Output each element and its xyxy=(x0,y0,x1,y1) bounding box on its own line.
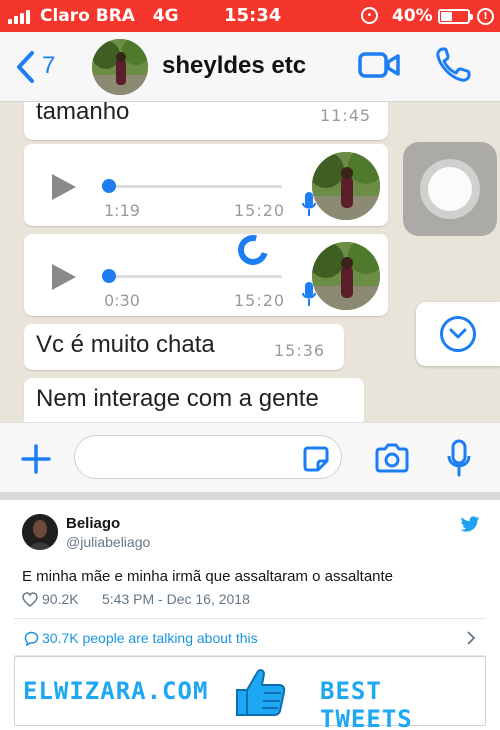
scroll-to-bottom-button[interactable] xyxy=(416,302,500,366)
chevron-right-icon xyxy=(466,631,476,650)
sender-avatar xyxy=(312,242,380,310)
message-time: 15:20 xyxy=(234,291,286,310)
chevron-left-icon xyxy=(17,51,34,83)
voice-call-button[interactable] xyxy=(434,46,472,89)
sticker-button[interactable] xyxy=(302,445,330,478)
like-button[interactable] xyxy=(22,592,38,612)
message-text: tamanho xyxy=(36,102,130,125)
battery-percentage: 40% xyxy=(392,6,433,26)
play-icon[interactable] xyxy=(52,174,76,200)
plus-icon xyxy=(21,444,51,474)
tweet-timestamp[interactable]: 5:43 PM - Dec 16, 2018 xyxy=(90,591,250,607)
message-text: Vc é muito chata xyxy=(36,331,215,358)
record-voice-button[interactable] xyxy=(446,439,472,482)
promo-banner[interactable]: ELWIZARA.COM BEST TWEETS xyxy=(14,656,486,730)
tweet-author-handle[interactable]: @juliabeliago xyxy=(66,534,150,550)
message-time: 15:36 xyxy=(274,341,326,360)
thumbs-up-icon xyxy=(231,663,289,726)
twitter-logo-icon[interactable] xyxy=(460,516,480,538)
play-icon[interactable] xyxy=(52,264,76,290)
phone-icon xyxy=(436,47,471,82)
message-time: 11:45 xyxy=(320,106,372,125)
alert-icon: ! xyxy=(477,8,494,25)
mic-icon xyxy=(447,439,471,477)
camera-button[interactable] xyxy=(374,443,410,478)
banner-tagline: BEST TWEETS xyxy=(320,677,413,730)
audio-progress-track[interactable] xyxy=(106,185,282,188)
message-time: 15:20 xyxy=(234,201,286,220)
message-text: Nem interage com a gente xyxy=(36,385,319,412)
clock: 15:34 xyxy=(224,5,282,26)
sticker-icon xyxy=(303,446,329,472)
signal-icon xyxy=(8,10,34,24)
chevron-down-icon xyxy=(440,316,476,352)
voice-message[interactable]: 1:19 15:20 xyxy=(24,144,388,226)
chat-header: 7 sheyldes etc xyxy=(0,32,500,102)
attach-button[interactable] xyxy=(20,443,52,480)
tweet-author-avatar[interactable] xyxy=(22,514,58,550)
voice-duration: 1:19 xyxy=(104,201,140,220)
rotation-lock-icon: • xyxy=(361,7,378,24)
audio-progress-track[interactable] xyxy=(106,275,282,278)
voice-duration: 0:30 xyxy=(104,291,140,310)
conversation-count-text[interactable]: 30.7K people are talking about this xyxy=(42,630,258,646)
assistive-touch-button[interactable] xyxy=(403,142,497,236)
heart-icon xyxy=(22,592,38,607)
audio-scrubber[interactable] xyxy=(102,179,116,193)
conversation-link[interactable]: 30.7K people are talking about this xyxy=(14,618,486,656)
message-bubble[interactable]: tamanho 11:45 xyxy=(24,102,388,140)
unread-count[interactable]: 7 xyxy=(42,52,55,80)
message-bubble[interactable]: Nem interage com a gente xyxy=(24,378,364,422)
network-label: 4G xyxy=(152,6,179,26)
status-bar: Claro BRA 4G 15:34 • 40% ! xyxy=(0,0,500,32)
comment-icon xyxy=(24,631,39,651)
like-count: 90.2K xyxy=(42,591,79,607)
divider xyxy=(0,492,500,500)
video-call-button[interactable] xyxy=(358,51,400,84)
contact-name[interactable]: sheyldes etc xyxy=(162,52,306,80)
compose-bar xyxy=(0,422,500,492)
chat-area[interactable]: tamanho 11:45 1:19 15:20 0:30 15:20 Vc é… xyxy=(0,102,500,422)
battery-icon xyxy=(438,9,473,24)
tweet-card[interactable]: Beliago @juliabeliago E minha mãe e minh… xyxy=(0,500,500,730)
video-icon xyxy=(358,52,400,78)
tweet-author-name[interactable]: Beliago xyxy=(66,515,120,532)
site-name: ELWIZARA.COM xyxy=(23,677,209,705)
sender-avatar xyxy=(312,152,380,220)
camera-icon xyxy=(375,443,409,473)
tweet-text: E minha mãe e minha irmã que assaltaram … xyxy=(22,568,394,585)
audio-scrubber[interactable] xyxy=(102,269,116,283)
voice-message[interactable]: 0:30 15:20 xyxy=(24,234,388,316)
message-bubble[interactable]: Vc é muito chata 15:36 xyxy=(24,324,344,370)
back-button[interactable] xyxy=(14,50,36,89)
carrier-label: Claro BRA 4G xyxy=(40,6,179,26)
contact-avatar[interactable] xyxy=(92,39,148,95)
